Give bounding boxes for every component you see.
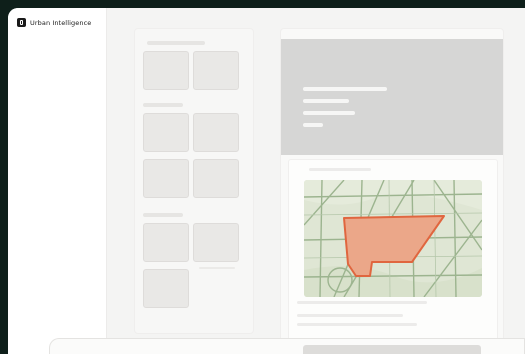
option-tile[interactable] (193, 223, 239, 262)
preview-panel (280, 28, 504, 354)
hero-banner-placeholder (281, 39, 503, 155)
urban-intelligence-logo-icon (17, 18, 26, 27)
option-tile[interactable] (143, 223, 189, 262)
option-tile[interactable] (143, 113, 189, 152)
app-sidebar: Urban Intelligence (8, 8, 107, 354)
card-text-placeholder (297, 301, 427, 304)
primary-action-button[interactable] (303, 345, 481, 354)
tile-caption-placeholder (199, 267, 235, 269)
bottom-action-bar (49, 338, 525, 354)
hero-text-placeholder (303, 111, 355, 115)
section-label-placeholder (143, 213, 183, 217)
option-tile[interactable] (143, 51, 189, 90)
option-tile[interactable] (143, 269, 189, 308)
card-text-placeholder (297, 323, 417, 326)
hero-title-placeholder (303, 87, 387, 91)
section-label-placeholder (147, 41, 205, 45)
brand-name: Urban Intelligence (30, 18, 92, 27)
card-text-placeholder (297, 314, 403, 317)
map-card (288, 159, 498, 354)
site-map-with-highlighted-parcel-icon (304, 180, 482, 297)
hero-text-placeholder (303, 99, 349, 103)
hero-text-placeholder (303, 123, 323, 127)
options-panel (134, 28, 254, 334)
option-tile[interactable] (193, 51, 239, 90)
app-window: Urban Intelligence (8, 8, 525, 354)
option-tile[interactable] (143, 159, 189, 198)
brand[interactable]: Urban Intelligence (17, 18, 91, 27)
option-tile[interactable] (193, 113, 239, 152)
card-label-placeholder (309, 168, 371, 171)
section-label-placeholder (143, 103, 183, 107)
site-map[interactable] (304, 180, 482, 297)
option-tile[interactable] (193, 159, 239, 198)
